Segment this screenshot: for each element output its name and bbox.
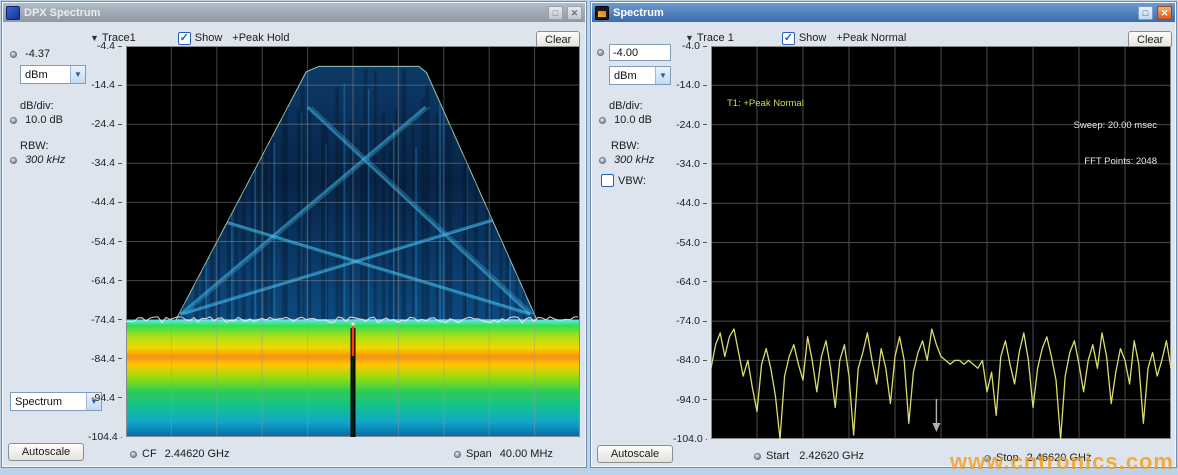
spectrum-ref-anchor-icon[interactable] [597,49,604,56]
y-axis-tick: -4.4 [88,41,122,51]
spectrum-sweep-value: Sweep: 20.00 msec [1074,120,1157,132]
dpx-dbdiv-value[interactable]: 10.0 dB [25,114,63,126]
spectrum-start-row: Start 2.42620 GHz [754,450,864,462]
spectrum-start-label[interactable]: Start [766,450,789,462]
dpx-close-button[interactable]: ✕ [567,6,582,20]
y-axis-tick: -54.4 [88,237,122,247]
dpx-chart-canvas[interactable] [126,46,580,437]
dpx-ref-level-value[interactable]: -4.37 [25,48,50,60]
dpx-dbdiv-anchor-icon[interactable] [10,117,17,124]
dpx-unit-value: dBm [21,69,70,81]
dpx-ref-level-row: -4.37 [10,48,50,60]
dpx-unit-dropdown[interactable]: dBm ▼ [20,65,86,84]
dpx-window-title: DPX Spectrum [24,7,544,19]
dpx-rbw-value[interactable]: 300 kHz [25,154,65,166]
dpx-cf-row: CF 2.44620 GHz [130,448,230,460]
y-axis-tick: -24.0 [673,120,707,130]
spectrum-show-label: Show [799,32,827,44]
spectrum-start-anchor-icon[interactable] [754,453,761,460]
spectrum-window-icon [595,6,609,20]
dpx-span-anchor-icon[interactable] [454,451,461,458]
y-axis-tick: -74.0 [673,316,707,326]
y-axis-tick: -94.4 [88,393,122,403]
spectrum-close-button[interactable]: ✕ [1157,6,1172,20]
spectrum-vbw-label: VBW: [618,175,646,187]
dpx-span-row: Span 40.00 MHz [454,448,553,460]
spectrum-rbw-value[interactable]: 300 kHz [614,154,654,166]
spectrum-rbw-label: RBW: [611,140,640,152]
dpx-rbw-anchor-icon[interactable] [10,157,17,164]
spectrum-trace-controls: ▼ Trace 1 ✓ Show +Peak Normal [685,29,995,47]
y-axis-tick: -64.0 [673,277,707,287]
spectrum-dbdiv-value[interactable]: 10.0 dB [614,114,652,126]
dpx-display-value: Spectrum [11,396,86,408]
y-axis-tick: -84.0 [673,355,707,365]
y-axis-tick: -44.4 [88,197,122,207]
spectrum-window-title: Spectrum [613,7,1134,19]
y-axis-tick: -34.0 [673,159,707,169]
dpx-rbw-row: 300 kHz [10,154,65,166]
spectrum-unit-dropdown[interactable]: dBm ▼ [609,66,671,85]
y-axis-tick: -74.4 [88,315,122,325]
dpx-restore-button[interactable]: □ [548,6,563,20]
dpx-detector-label[interactable]: +Peak Hold [232,32,289,44]
dpx-spectrum-window: DPX Spectrum □ ✕ ▼ Trace1 ✓ Show +Peak H… [1,1,587,468]
dpx-cf-anchor-icon[interactable] [130,451,137,458]
y-axis-tick: -44.0 [673,198,707,208]
y-axis-tick: -64.4 [88,276,122,286]
dpx-unit-chevron-down-icon: ▼ [70,66,85,83]
dpx-window-icon [6,6,20,20]
dpx-autoscale-button[interactable]: Autoscale [8,443,84,461]
y-axis-tick: -94.0 [673,395,707,405]
spectrum-rbw-row: 300 kHz [599,154,654,166]
dpx-trace-controls: ▼ Trace1 ✓ Show +Peak Hold [90,29,390,47]
spectrum-fft-points: FFT Points: 2048 [1074,156,1157,168]
dpx-span-label[interactable]: Span [466,448,492,460]
y-axis-tick: -4.0 [673,41,707,51]
spectrum-vbw-row: VBW: [601,174,646,187]
spectrum-rbw-anchor-icon[interactable] [599,157,606,164]
spectrum-detector-label[interactable]: +Peak Normal [836,32,906,44]
spectrum-unit-value: dBm [610,70,655,82]
y-axis-tick: -14.4 [88,80,122,90]
spectrum-titlebar[interactable]: Spectrum □ ✕ [592,3,1175,22]
dpx-ref-anchor-icon[interactable] [10,51,17,58]
spectrum-dbdiv-label: dB/div: [609,100,643,112]
dpx-dbdiv-label: dB/div: [20,100,54,112]
dpx-show-checkbox[interactable]: ✓ [178,32,191,45]
spectrum-show-checkbox[interactable]: ✓ [782,32,795,45]
spectrum-dbdiv-row: 10.0 dB [599,114,652,126]
y-axis-tick: -104.4 [88,432,122,442]
spectrum-y-axis: -4.0-14.0-24.0-34.0-44.0-54.0-64.0-74.0-… [673,46,707,439]
y-axis-tick: -104.0 [673,434,707,444]
spectrum-autoscale-button[interactable]: Autoscale [597,445,673,463]
spectrum-dbdiv-anchor-icon[interactable] [599,117,606,124]
y-axis-tick: -54.0 [673,238,707,248]
spectrum-start-value[interactable]: 2.42620 GHz [799,450,864,462]
dpx-titlebar[interactable]: DPX Spectrum □ ✕ [3,3,585,22]
spectrum-vbw-checkbox[interactable] [601,174,614,187]
y-axis-tick: -14.0 [673,80,707,90]
watermark-text: www.cntronics.com [950,449,1174,475]
dpx-persistence-plot [126,46,580,437]
spectrum-chart-canvas[interactable]: T1: +Peak Normal Sweep: 20.00 msec FFT P… [711,46,1171,439]
spectrum-sweep-annotation: Sweep: 20.00 msec FFT Points: 2048 [1074,96,1157,192]
dpx-y-axis: -4.4-14.4-24.4-34.4-44.4-54.4-64.4-74.4-… [88,46,122,437]
spectrum-window: Spectrum □ ✕ ▼ Trace 1 ✓ Show +Peak Norm… [590,1,1177,468]
dpx-rbw-label: RBW: [20,140,49,152]
y-axis-tick: -84.4 [88,354,122,364]
y-axis-tick: -24.4 [88,119,122,129]
dpx-show-label: Show [195,32,223,44]
dpx-cf-value[interactable]: 2.44620 GHz [165,448,230,460]
dpx-span-value[interactable]: 40.00 MHz [500,448,553,460]
spectrum-unit-chevron-down-icon: ▼ [655,67,670,84]
spectrum-restore-button[interactable]: □ [1138,6,1153,20]
dpx-cf-label[interactable]: CF [142,448,157,460]
spectrum-trace-annotation: T1: +Peak Normal [727,98,804,110]
y-axis-tick: -34.4 [88,158,122,168]
spectrum-ref-level-row [597,44,671,61]
dpx-dbdiv-row: 10.0 dB [10,114,63,126]
spectrum-ref-level-input[interactable] [609,44,671,61]
